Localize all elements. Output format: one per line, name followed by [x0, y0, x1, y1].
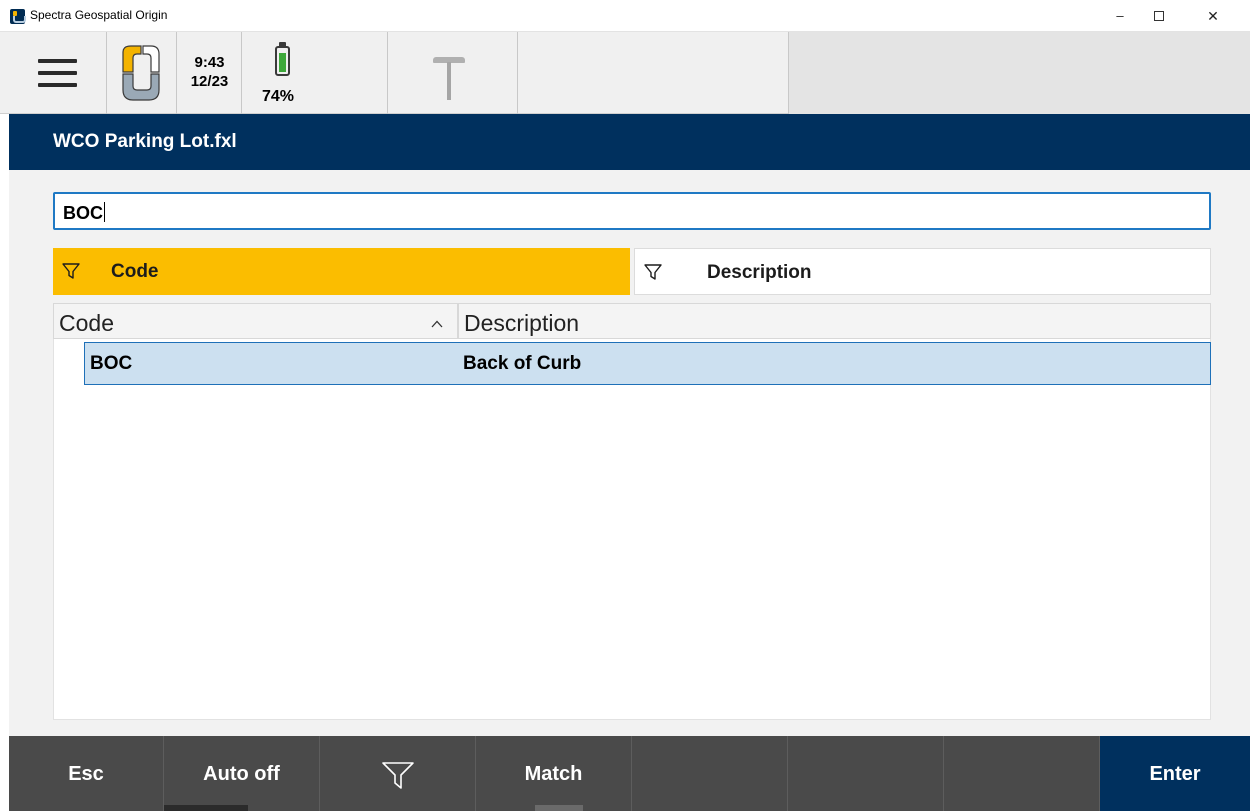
filter-icon	[62, 263, 80, 279]
status-empty-cell	[518, 32, 789, 114]
status-message-panel	[789, 32, 1250, 114]
filter-tab-description-label: Description	[707, 262, 812, 283]
battery-percent: 74%	[262, 88, 295, 105]
filter-tab-code[interactable]: Code	[53, 248, 630, 295]
column-header-description-label: Description	[464, 310, 580, 336]
filter-icon	[644, 264, 662, 280]
date-text: 12/23	[190, 73, 229, 90]
esc-button[interactable]: Esc	[9, 736, 164, 811]
origin-logo-button[interactable]	[107, 32, 177, 114]
gnss-rover-pole	[447, 62, 451, 100]
filter-tab-description[interactable]: Description	[634, 248, 1211, 295]
receiver-status-button[interactable]	[388, 32, 518, 114]
match-button-label: Match	[524, 763, 583, 785]
search-input[interactable]: BOC	[53, 192, 1211, 230]
close-button[interactable]: ✕	[1196, 4, 1230, 28]
time-date-display: 9:43 12/23	[177, 32, 242, 114]
battery-status[interactable]: 74%	[242, 32, 388, 114]
search-value: BOC	[63, 203, 103, 223]
row-code: BOC	[90, 353, 133, 374]
softkey-empty-7[interactable]	[944, 736, 1100, 811]
search-input-text: BOC	[63, 202, 105, 224]
hamburger-icon	[38, 59, 77, 63]
esc-button-label: Esc	[68, 763, 104, 785]
origin-logo-icon	[122, 45, 160, 101]
window-title: Spectra Geospatial Origin	[30, 8, 168, 22]
column-header-description[interactable]: Description	[458, 303, 1211, 339]
filter-icon	[382, 762, 414, 789]
maximize-icon	[1154, 11, 1164, 21]
softkey-indicator	[535, 805, 583, 811]
match-button[interactable]: Match	[476, 736, 632, 811]
softkey-indicator	[164, 805, 248, 811]
window-titlebar: Spectra Geospatial Origin – ✕	[0, 0, 1250, 32]
minimize-button[interactable]: –	[1103, 4, 1137, 28]
time-text: 9:43	[194, 54, 225, 71]
column-header-code-label: Code	[59, 310, 114, 336]
hamburger-icon-line	[38, 83, 77, 87]
main-menu-button[interactable]	[9, 32, 107, 114]
sort-ascending-icon	[431, 320, 443, 328]
app-logo-icon	[10, 9, 26, 24]
hamburger-icon-line	[38, 71, 77, 75]
column-header-code[interactable]: Code	[53, 303, 458, 339]
enter-button-label: Enter	[1149, 763, 1201, 785]
softkey-empty-5[interactable]	[632, 736, 788, 811]
maximize-button[interactable]	[1142, 4, 1176, 28]
page-title: WCO Parking Lot.fxl	[53, 131, 237, 152]
battery-level-fill	[279, 52, 286, 72]
battery-icon	[275, 46, 290, 76]
auto-off-button[interactable]: Auto off	[164, 736, 320, 811]
filter-button[interactable]	[320, 736, 476, 811]
softkey-empty-6[interactable]	[788, 736, 944, 811]
enter-button[interactable]: Enter	[1100, 736, 1250, 811]
row-description: Back of Curb	[463, 353, 582, 374]
text-caret	[104, 202, 105, 222]
table-row[interactable]: BOC Back of Curb	[84, 342, 1211, 385]
auto-off-button-label: Auto off	[203, 763, 280, 785]
page-header: WCO Parking Lot.fxl	[9, 114, 1250, 170]
filter-tab-code-label: Code	[111, 261, 159, 282]
status-bar: 9:43 12/23 74%	[0, 32, 1250, 114]
